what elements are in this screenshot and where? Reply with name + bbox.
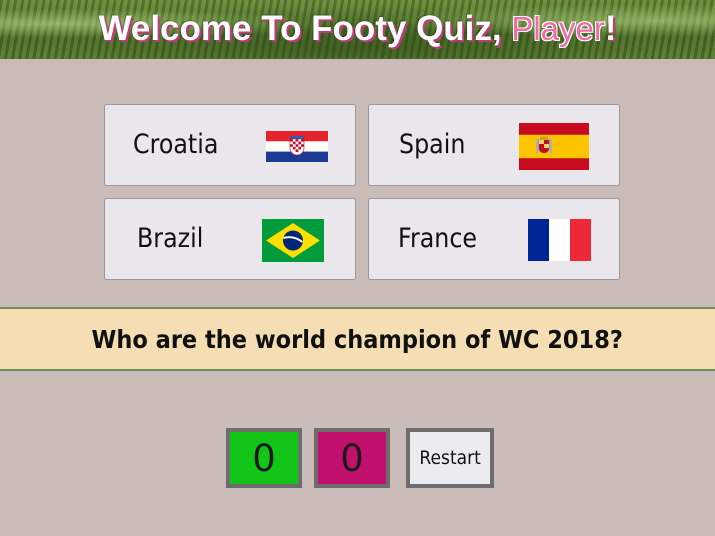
header-banner: Welcome To Footy Quiz, Player!: [0, 0, 715, 59]
answer-button-spain[interactable]: Spain: [368, 104, 620, 186]
answer-label: Brazil: [137, 223, 204, 254]
question-bar: Who are the world champion of WC 2018?: [0, 307, 715, 371]
question-text: Who are the world champion of WC 2018?: [91, 324, 624, 354]
restart-button[interactable]: Restart: [406, 428, 494, 488]
answer-label: Spain: [399, 129, 466, 160]
france-flag-icon: [528, 219, 591, 261]
wrong-score-box: 0: [314, 428, 390, 488]
correct-score-box: 0: [226, 428, 302, 488]
brazil-flag-icon: [262, 219, 324, 262]
page-title: Welcome To Footy Quiz, Player!: [98, 9, 616, 49]
title-prefix: Welcome To Footy Quiz,: [98, 8, 512, 48]
croatia-flag-icon: [266, 131, 328, 162]
answer-label: France: [398, 223, 478, 254]
answer-button-brazil[interactable]: Brazil: [104, 198, 356, 280]
player-name: Player: [511, 9, 605, 47]
answer-label: Croatia: [133, 129, 219, 160]
restart-label: Restart: [419, 447, 481, 469]
spain-flag-icon: [519, 123, 589, 170]
answer-button-france[interactable]: France: [368, 198, 620, 280]
answer-button-croatia[interactable]: Croatia: [104, 104, 356, 186]
title-suffix: !: [604, 8, 617, 48]
